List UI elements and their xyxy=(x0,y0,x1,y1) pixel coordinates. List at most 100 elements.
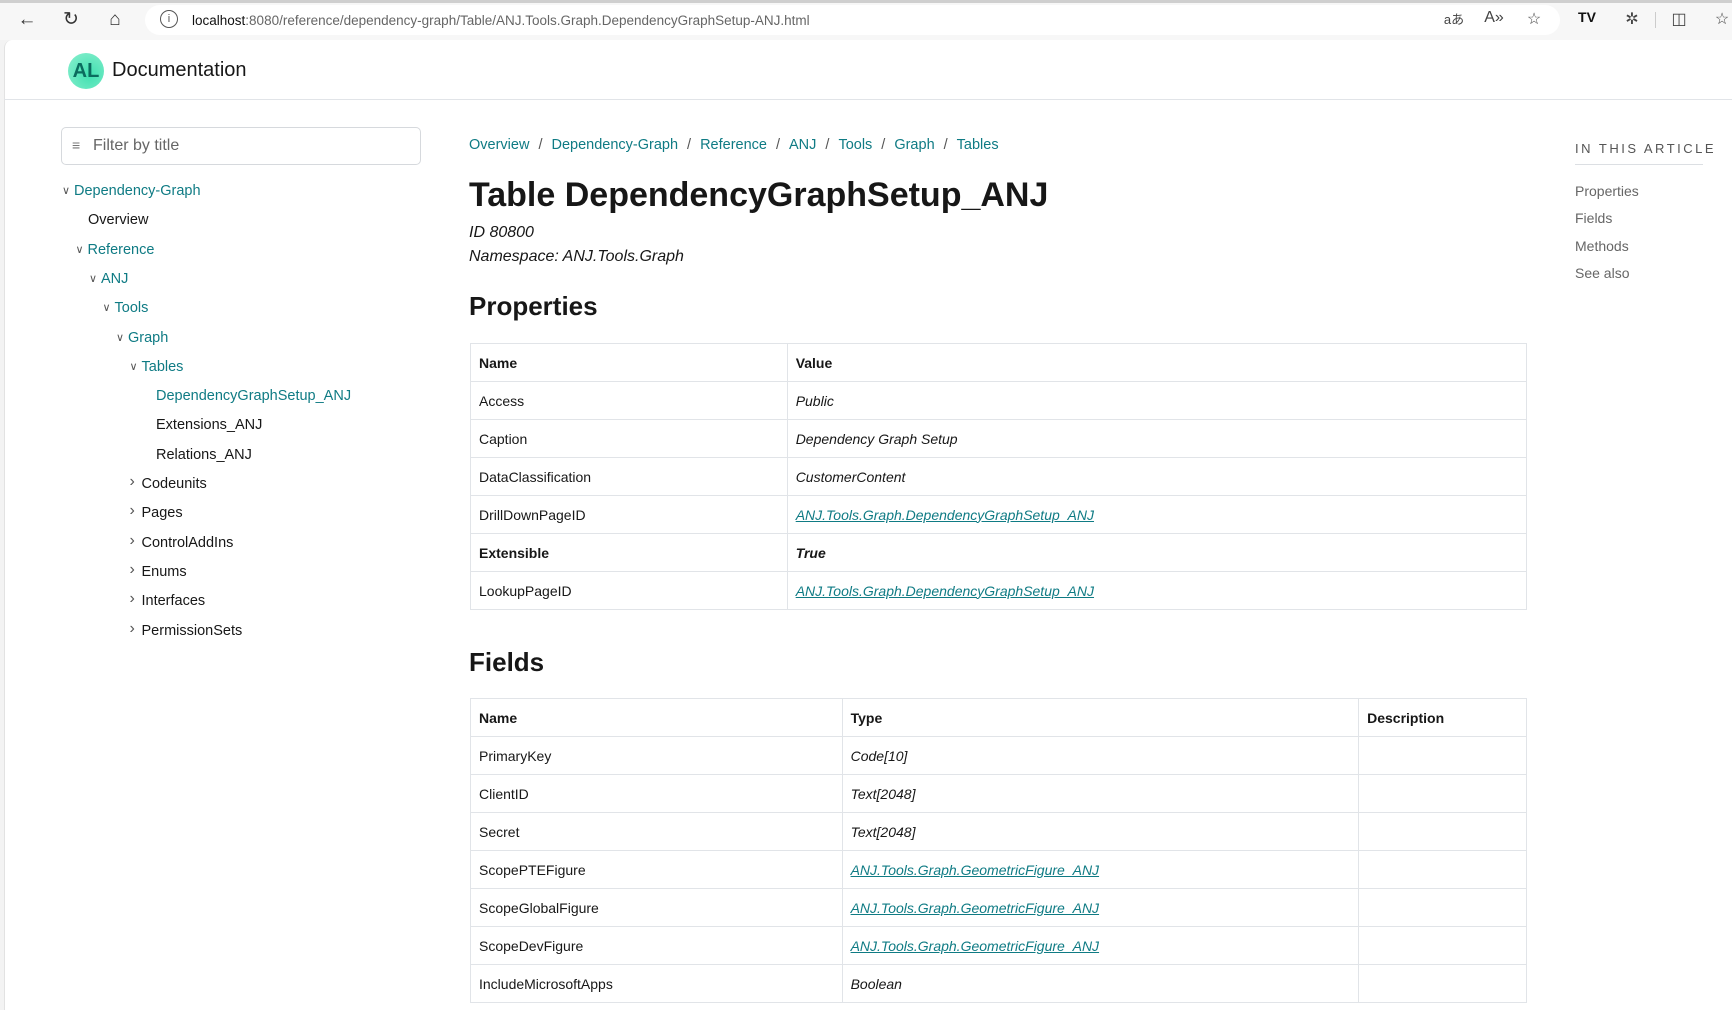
filter-box[interactable]: ≡ xyxy=(61,127,421,165)
translate-icon[interactable]: aあ xyxy=(1442,9,1466,28)
profile-badge[interactable]: TV xyxy=(1575,9,1599,25)
description-cell xyxy=(1358,736,1527,775)
chevron-right-icon[interactable]: › xyxy=(130,532,135,550)
type-link[interactable]: ANJ.Tools.Graph.DependencyGraphSetup_ANJ xyxy=(796,507,1094,523)
sidebar-item[interactable]: Relations_ANJ xyxy=(156,447,252,463)
chevron-down-icon[interactable]: ∨ xyxy=(89,272,97,285)
sidebar-item[interactable]: ∨ Dependency-Graph xyxy=(62,183,201,199)
name-cell: Caption xyxy=(470,419,788,458)
filter-input[interactable] xyxy=(93,134,403,158)
sidebar-item-label: Enums xyxy=(141,563,187,580)
extensions-icon[interactable]: ✲ xyxy=(1620,9,1644,29)
sidebar-item-label: Dependency-Graph xyxy=(74,183,201,199)
toc-link[interactable]: Properties xyxy=(1575,183,1639,199)
logo[interactable]: AL xyxy=(68,53,104,89)
breadcrumb-link[interactable]: Dependency-Graph xyxy=(551,137,678,153)
sidebar-item[interactable]: › Interfaces xyxy=(130,590,206,609)
chevron-down-icon[interactable]: ∨ xyxy=(103,301,111,314)
table-row: Extensible True xyxy=(470,533,1528,572)
breadcrumb-link[interactable]: Graph xyxy=(894,137,934,153)
sidebar-item[interactable]: › ControlAddIns xyxy=(130,532,234,551)
favorite-star-icon[interactable]: ☆ xyxy=(1522,9,1546,29)
breadcrumb-link[interactable]: Reference xyxy=(700,137,767,153)
url-text[interactable]: localhost:8080/reference/dependency-grap… xyxy=(192,13,810,28)
value-cell: Public xyxy=(786,381,1528,420)
value-cell: ANJ.Tools.Graph.DependencyGraphSetup_ANJ xyxy=(786,571,1528,610)
type-link[interactable]: ANJ.Tools.Graph.GeometricFigure_ANJ xyxy=(851,938,1099,954)
sidebar-item[interactable]: DependencyGraphSetup_ANJ xyxy=(156,388,351,404)
table-row: ScopeDevFigure ANJ.Tools.Graph.GeometricF… xyxy=(470,926,1527,965)
value-cell: ANJ.Tools.Graph.GeometricFigure_ANJ xyxy=(841,850,1360,889)
read-aloud-icon[interactable]: A» xyxy=(1482,9,1506,27)
chevron-down-icon[interactable]: ∨ xyxy=(62,184,70,197)
toolbar-divider xyxy=(1655,12,1656,28)
sidebar-item[interactable]: ∨ ANJ xyxy=(89,270,129,287)
sidebar-item[interactable]: ∨ Reference xyxy=(76,241,155,258)
value-cell: ANJ.Tools.Graph.GeometricFigure_ANJ xyxy=(841,926,1360,965)
column-header: Type xyxy=(841,698,1360,737)
sidebar-item[interactable]: › PermissionSets xyxy=(130,620,243,639)
url-path: :8080/reference/dependency-graph/Table/A… xyxy=(245,13,810,28)
sidebar-item-label: PermissionSets xyxy=(141,622,243,639)
type-link[interactable]: ANJ.Tools.Graph.GeometricFigure_ANJ xyxy=(851,862,1099,878)
table-row: ScopePTEFigure ANJ.Tools.Graph.GeometricF… xyxy=(470,850,1527,889)
breadcrumb-link[interactable]: Tables xyxy=(957,137,999,153)
breadcrumb-separator: / xyxy=(538,137,543,153)
chevron-right-icon[interactable]: › xyxy=(130,620,135,638)
site-title[interactable]: Documentation xyxy=(112,59,247,82)
value-cell: Code[10] xyxy=(841,736,1360,775)
sidebar-item[interactable]: ∨ Tools xyxy=(103,300,149,316)
chevron-right-icon[interactable]: › xyxy=(130,502,135,520)
breadcrumb-separator: / xyxy=(687,137,692,153)
sidebar-item[interactable]: ∨ Graph xyxy=(116,330,168,346)
description-cell xyxy=(1358,888,1527,927)
value-cell: Text[2048] xyxy=(841,774,1360,813)
chevron-down-icon[interactable]: ∨ xyxy=(76,243,84,256)
sidebar-item[interactable]: › Codeunits xyxy=(130,473,207,492)
favorites-icon[interactable]: ☆ xyxy=(1710,9,1732,29)
sidebar-item[interactable]: Overview xyxy=(88,212,148,228)
sidebar-item-label: Extensions_ANJ xyxy=(156,417,263,434)
name-cell: ScopeDevFigure xyxy=(470,926,843,965)
chevron-right-icon[interactable]: › xyxy=(130,561,135,579)
description-cell xyxy=(1358,812,1527,851)
breadcrumb-separator: / xyxy=(825,137,830,153)
name-cell: IncludeMicrosoftApps xyxy=(470,964,843,1003)
home-icon[interactable]: ⌂ xyxy=(103,8,127,32)
table-row: DrillDownPageID ANJ.Tools.Graph.Dependenc… xyxy=(470,495,1528,534)
column-header: Name xyxy=(470,698,843,737)
breadcrumb-separator: / xyxy=(881,137,886,153)
sidebar-item-label: ANJ xyxy=(101,270,129,287)
toc-link[interactable]: See also xyxy=(1575,265,1629,281)
chevron-right-icon[interactable]: › xyxy=(130,590,135,608)
breadcrumb-link[interactable]: Overview xyxy=(469,137,529,153)
name-cell: ScopePTEFigure xyxy=(470,850,843,889)
back-icon[interactable]: ← xyxy=(15,8,39,32)
toc-link[interactable]: Methods xyxy=(1575,238,1629,254)
type-link[interactable]: ANJ.Tools.Graph.DependencyGraphSetup_ANJ xyxy=(796,583,1094,599)
split-screen-icon[interactable]: ◫ xyxy=(1667,9,1691,29)
toc-link[interactable]: Fields xyxy=(1575,210,1612,226)
value-cell: ANJ.Tools.Graph.DependencyGraphSetup_ANJ xyxy=(786,495,1528,534)
sidebar-item-label: Tables xyxy=(141,358,184,375)
object-id: ID 80800 xyxy=(469,224,534,241)
chevron-down-icon[interactable]: ∨ xyxy=(130,360,138,373)
sidebar-item-label: Reference xyxy=(87,241,155,258)
breadcrumb-link[interactable]: Tools xyxy=(838,137,872,153)
table-row: LookupPageID ANJ.Tools.Graph.DependencyGr… xyxy=(470,571,1528,610)
type-link[interactable]: ANJ.Tools.Graph.GeometricFigure_ANJ xyxy=(851,900,1099,916)
page-title: Table DependencyGraphSetup_ANJ xyxy=(469,176,1049,214)
chevron-right-icon[interactable]: › xyxy=(130,473,135,491)
sidebar-item[interactable]: ∨ Tables xyxy=(130,358,184,375)
chevron-down-icon[interactable]: ∨ xyxy=(116,331,124,344)
name-cell: DrillDownPageID xyxy=(470,495,788,534)
refresh-icon[interactable]: ↻ xyxy=(59,8,83,32)
table-header-row: Name Value xyxy=(470,343,1528,382)
name-cell: ScopeGlobalFigure xyxy=(470,888,843,927)
breadcrumb-link[interactable]: ANJ xyxy=(789,137,816,153)
sidebar-item[interactable]: › Enums xyxy=(130,561,187,580)
sidebar-item[interactable]: › Pages xyxy=(130,502,183,521)
sidebar-item[interactable]: Extensions_ANJ xyxy=(156,417,262,433)
info-icon[interactable]: i xyxy=(160,10,178,28)
name-cell: ClientID xyxy=(470,774,843,813)
